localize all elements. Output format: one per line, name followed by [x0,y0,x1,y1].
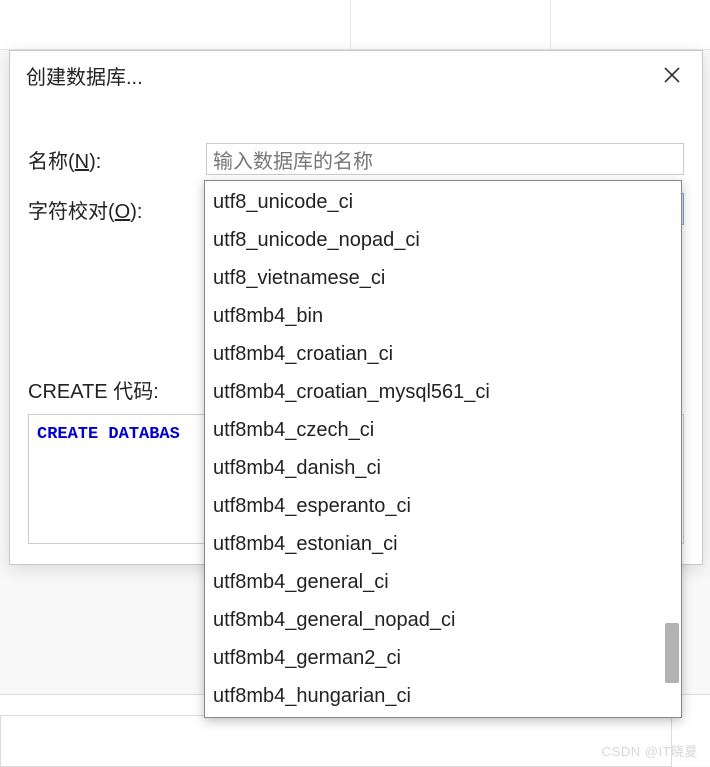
name-row: 名称(N): 输入数据库的名称 [28,143,684,175]
background-grid [0,0,710,50]
dialog-title: 创建数据库... [26,61,143,90]
collation-dropdown-list[interactable]: utf8_unicode_ciutf8_unicode_nopad_ciutf8… [204,180,682,718]
collation-option[interactable]: utf8_unicode_ci [205,183,681,221]
watermark: CSDN @IT晓夏 [602,741,698,760]
background-bottom-panel [0,715,672,767]
collation-option[interactable]: utf8mb4_czech_ci [205,411,681,449]
collation-option[interactable]: utf8mb4_general_ci [205,563,681,601]
collation-option[interactable]: utf8mb4_bin [205,297,681,335]
collation-option[interactable]: utf8_vietnamese_ci [205,259,681,297]
collation-option[interactable]: utf8mb4_icelandic_ci [205,715,681,718]
name-label: 名称(N): [28,145,206,174]
dialog-titlebar: 创建数据库... [10,51,702,99]
close-button[interactable] [658,61,686,89]
collation-label: 字符校对(O): [28,195,206,224]
dropdown-scrollbar[interactable] [663,183,679,715]
database-name-input[interactable]: 输入数据库的名称 [206,143,684,175]
collation-option[interactable]: utf8_unicode_nopad_ci [205,221,681,259]
collation-option[interactable]: utf8mb4_croatian_mysql561_ci [205,373,681,411]
collation-option[interactable]: utf8mb4_hungarian_ci [205,677,681,715]
collation-option[interactable]: utf8mb4_danish_ci [205,449,681,487]
collation-option[interactable]: utf8mb4_croatian_ci [205,335,681,373]
collation-option[interactable]: utf8mb4_esperanto_ci [205,487,681,525]
collation-option[interactable]: utf8mb4_general_nopad_ci [205,601,681,639]
collation-option[interactable]: utf8mb4_estonian_ci [205,525,681,563]
close-icon [664,67,680,83]
scroll-thumb[interactable] [665,623,679,683]
collation-option[interactable]: utf8mb4_german2_ci [205,639,681,677]
